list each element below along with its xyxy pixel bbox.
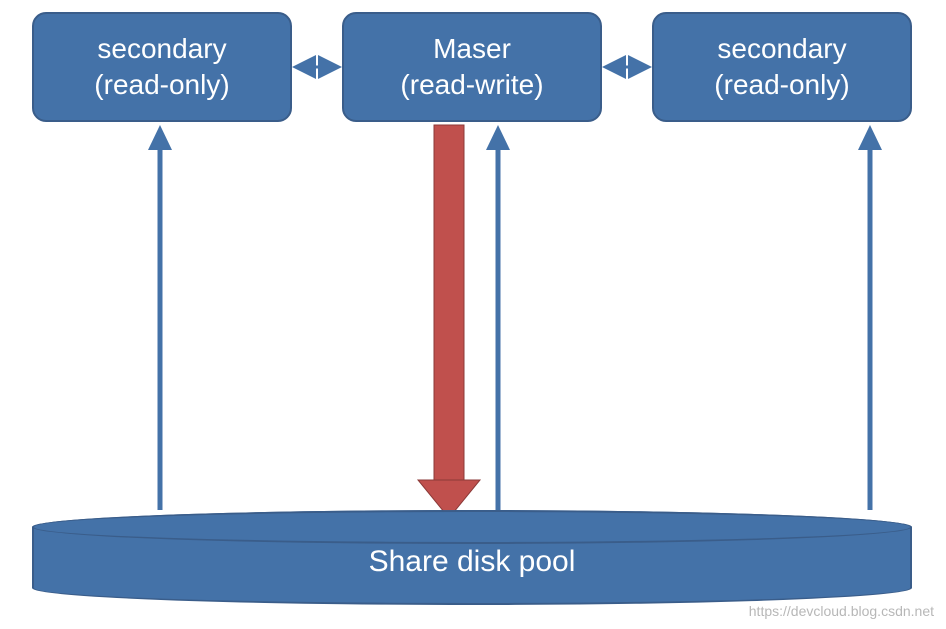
share-disk-pool: Share disk pool	[32, 510, 912, 605]
watermark: https://devcloud.blog.csdn.net	[749, 603, 934, 619]
secondary-left-title: secondary	[97, 31, 226, 67]
secondary-right-subtitle: (read-only)	[714, 67, 849, 103]
master-box: Maser (read-write)	[342, 12, 602, 122]
secondary-right-box: secondary (read-only)	[652, 12, 912, 122]
arrow-disk-to-master	[486, 125, 510, 510]
secondary-left-subtitle: (read-only)	[94, 67, 229, 103]
secondary-left-box: secondary (read-only)	[32, 12, 292, 122]
secondary-right-title: secondary	[717, 31, 846, 67]
arrow-disk-to-secondary-right	[858, 125, 882, 510]
arrow-disk-to-secondary-left	[148, 125, 172, 510]
master-subtitle: (read-write)	[400, 67, 543, 103]
master-title: Maser	[433, 31, 511, 67]
disk-pool-label: Share disk pool	[369, 545, 576, 579]
arrow-master-to-disk	[418, 125, 480, 518]
